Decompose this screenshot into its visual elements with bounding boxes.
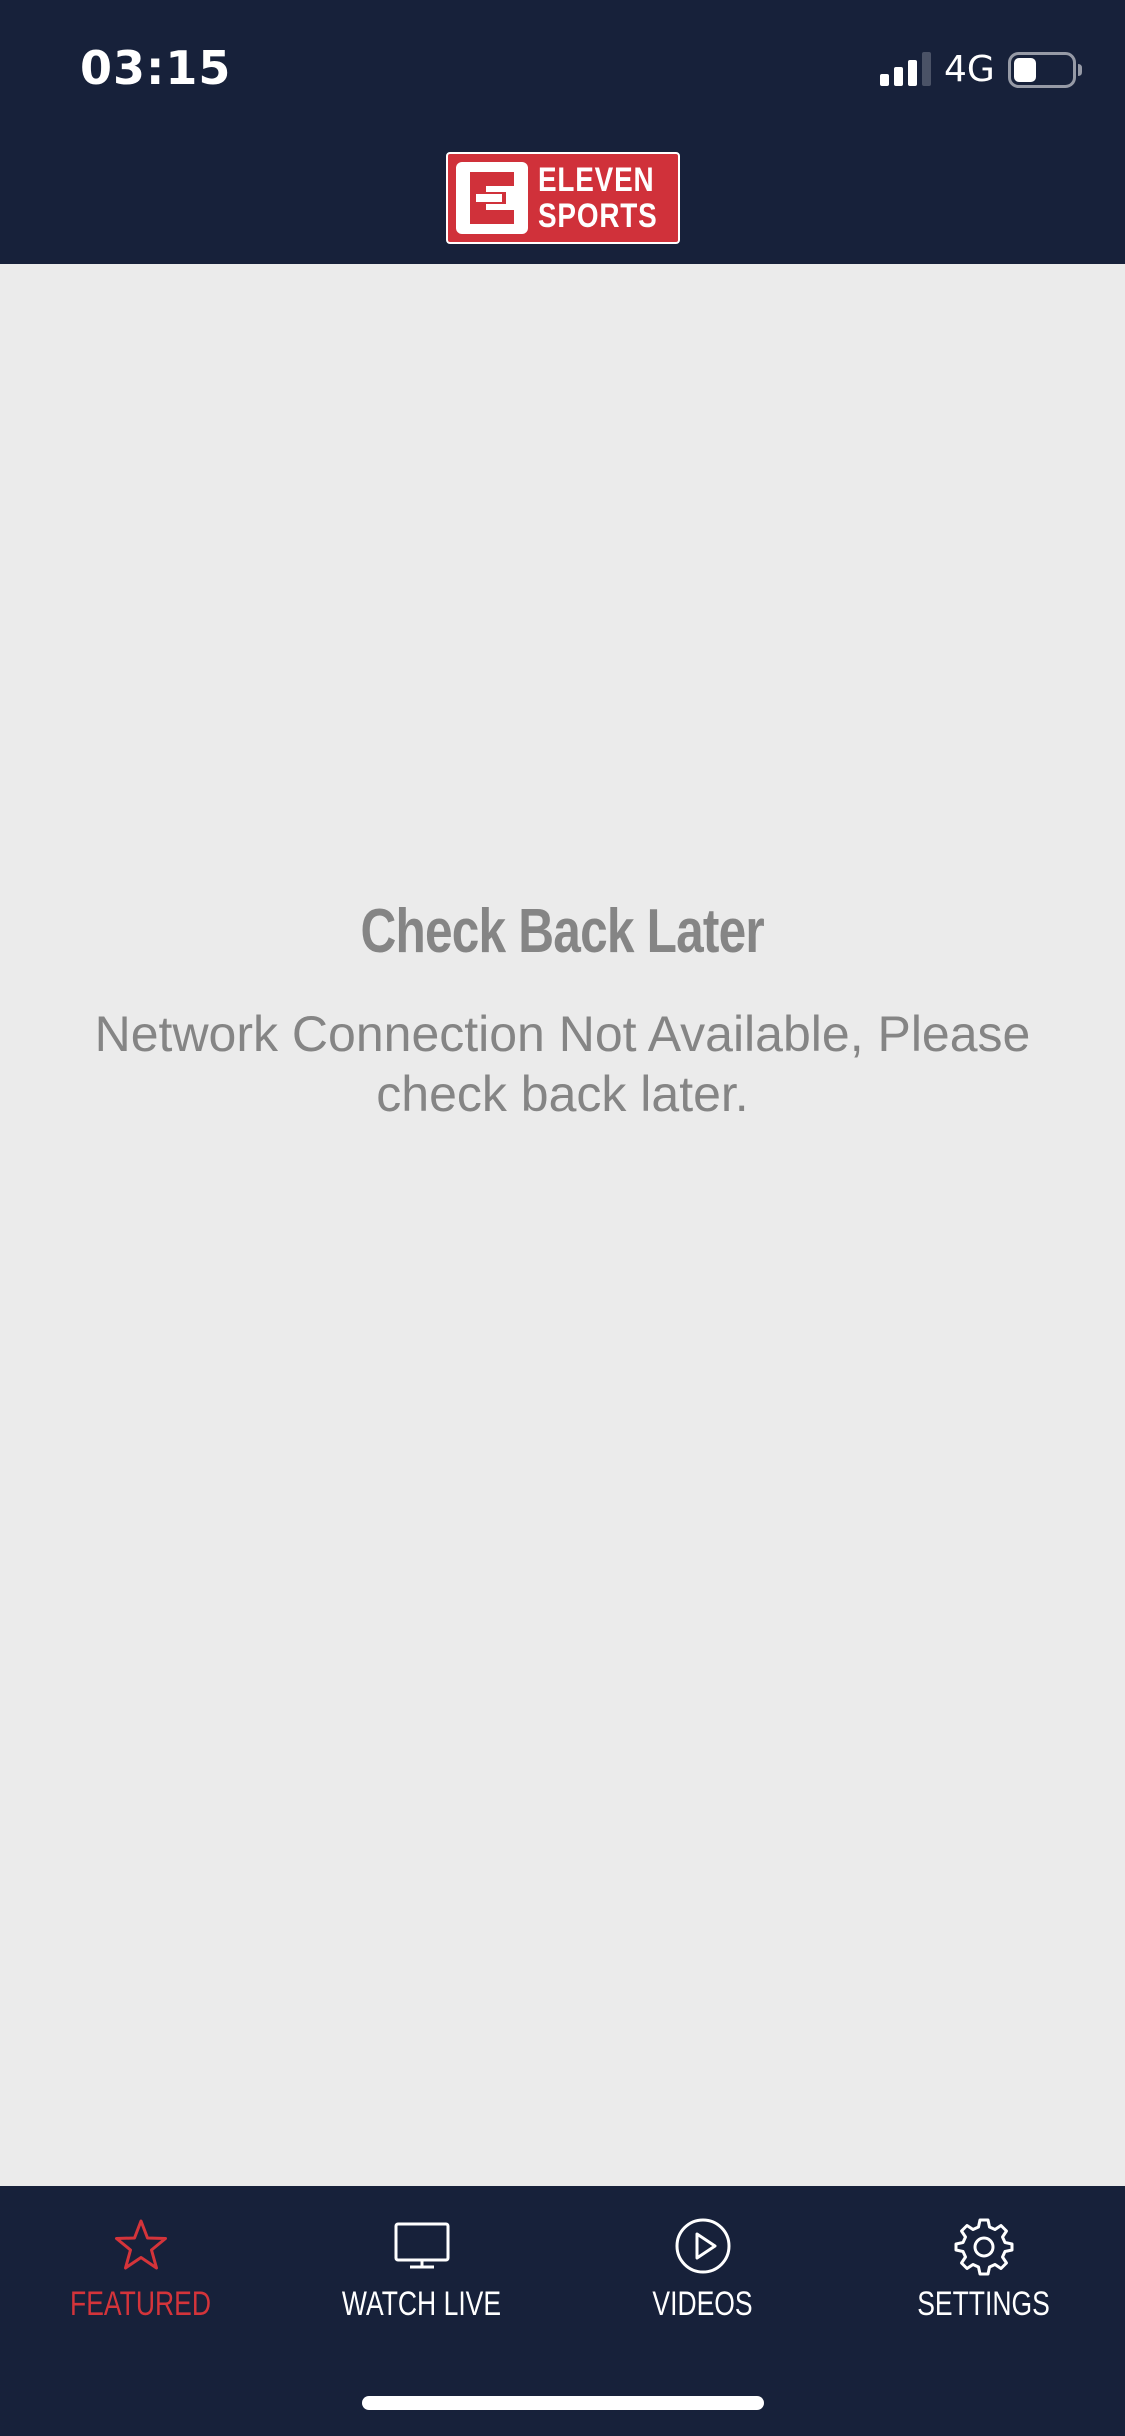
network-type-label: 4G: [944, 49, 995, 90]
message-title: Check Back Later: [0, 894, 1125, 970]
tab-videos-label: VIDEOS: [652, 2285, 753, 2323]
message-body: Network Connection Not Available, Please…: [94, 1006, 1031, 1122]
tab-watch-live-label: WATCH LIVE: [341, 2285, 502, 2323]
logo-line-sports: SPORTS: [538, 197, 658, 235]
tab-featured[interactable]: FEATURED: [0, 2216, 281, 2326]
tab-settings-label: SETTINGS: [917, 2285, 1050, 2323]
cellular-signal-icon: [880, 52, 931, 86]
eleven-logo-mark-icon: [456, 162, 528, 234]
top-bar: 03:15 4G ELEVEN SPORTS: [0, 0, 1125, 264]
message-title-text: Check Back Later: [360, 897, 765, 966]
play-circle-icon: [675, 2218, 730, 2274]
gear-icon: [954, 2218, 1013, 2276]
home-indicator[interactable]: [362, 2396, 764, 2410]
tab-videos[interactable]: VIDEOS: [562, 2216, 843, 2326]
main-content: [0, 264, 1125, 2186]
star-icon: [114, 2219, 167, 2270]
tab-watch-live[interactable]: WATCH LIVE: [281, 2216, 562, 2326]
tv-icon: [394, 2222, 449, 2269]
logo-wordmark: ELEVEN SPORTS: [538, 161, 658, 235]
logo-line-eleven: ELEVEN: [538, 161, 655, 199]
eleven-sports-logo: ELEVEN SPORTS: [446, 152, 680, 244]
battery-icon: [1008, 52, 1082, 88]
bottom-tab-bar: FEATURED WATCH LIVE VIDEOS SETTINGS: [0, 2186, 1125, 2436]
tab-featured-label: FEATURED: [70, 2285, 211, 2323]
status-time: 03:15: [80, 41, 232, 95]
tab-settings[interactable]: SETTINGS: [843, 2216, 1124, 2326]
